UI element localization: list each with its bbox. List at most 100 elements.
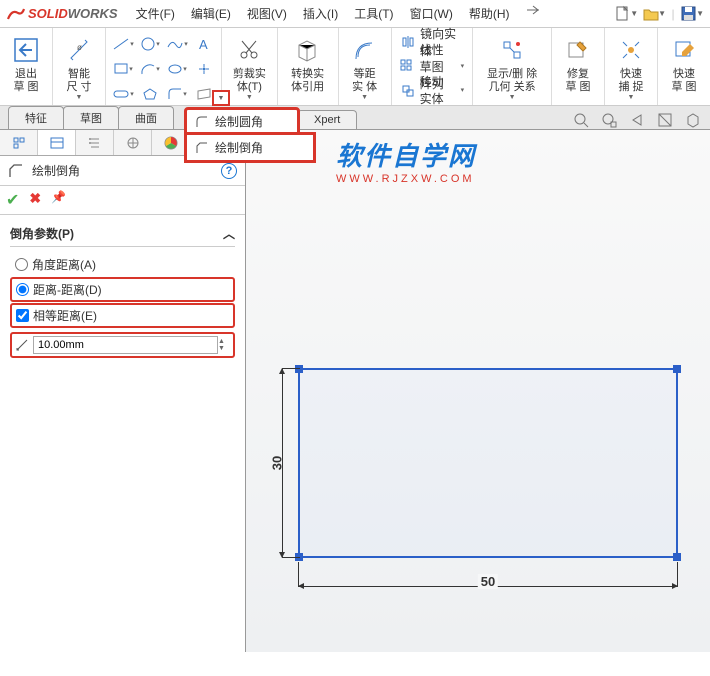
view-orient-icon[interactable]	[682, 109, 704, 131]
pushpin-button[interactable]: 📌	[51, 190, 66, 210]
repair-icon	[566, 38, 590, 62]
property-manager-panel: 绘制倒角 ? ✔ ✖ 📌 倒角参数(P)︿ 角度距离(A) 距离-距离(D) 相…	[0, 130, 246, 652]
radio-angle-distance[interactable]: 角度距离(A)	[10, 253, 235, 276]
ribbon-group-sketch-tools: ▾ ▾ ▾ A ▾ ▾ ▾ ▾ ▾	[106, 28, 222, 105]
trim-icon	[236, 37, 262, 63]
convert-icon	[295, 37, 321, 63]
rectangle-tool[interactable]: ▾	[110, 57, 136, 81]
menu-insert[interactable]: 插入(I)	[297, 3, 344, 24]
ribbon-group-pattern: 镜向实体 线性草图阵列▾ 移动实体▾	[392, 28, 474, 105]
property-manager-tab[interactable]	[38, 130, 76, 155]
menu-edit[interactable]: 编辑(E)	[185, 3, 237, 24]
snap-icon	[619, 38, 643, 62]
fillet-tool[interactable]: ▾	[164, 82, 190, 106]
offset-button[interactable]: 等距实 体 ▼	[343, 30, 387, 105]
show-hide-relations-button[interactable]: 显示/删 除几何 关系 ▼	[477, 30, 547, 105]
config-manager-tab[interactable]	[76, 130, 114, 155]
ok-button[interactable]: ✔	[6, 190, 19, 210]
d1-spinner[interactable]: ▲▼	[218, 338, 230, 352]
radio-distance-distance[interactable]: 距离-距离(D)	[10, 277, 235, 302]
graphics-area[interactable]: 软件自学网 WWW.RJZXW.COM 30 50	[246, 130, 710, 652]
section-view-icon[interactable]	[654, 109, 676, 131]
ribbon-group-repair: 修复草 图	[552, 28, 605, 105]
feature-manager-tab[interactable]	[0, 130, 38, 155]
ribbon-group-dimension: ø 智能尺 寸 ▼	[53, 28, 106, 105]
open-document-button[interactable]: ▼	[642, 5, 666, 23]
quick-snap-button[interactable]: 快速捕 捉 ▼	[609, 30, 653, 105]
app-logo: SOLIDWORKS	[6, 5, 118, 23]
ribbon: 退出草 图 ø 智能尺 寸 ▼ ▾ ▾ ▾ A ▾ ▾ ▾ ▾ ▾ 剪裁实 体(…	[0, 28, 710, 106]
solidworks-logo-icon	[6, 5, 26, 23]
repair-sketch-button[interactable]: 修复草 图	[556, 30, 600, 98]
ok-cancel-bar: ✔ ✖ 📌	[0, 186, 245, 215]
ribbon-group-offset: 等距实 体 ▼	[339, 28, 392, 105]
checkbox-equal-input[interactable]	[16, 309, 29, 322]
quick-sketch-button[interactable]: 快速草 图	[662, 30, 706, 98]
zoom-area-icon[interactable]	[598, 109, 620, 131]
vertex-tl[interactable]	[295, 365, 303, 373]
exit-sketch-icon	[12, 36, 40, 64]
dimxpert-manager-tab[interactable]	[114, 130, 152, 155]
zoom-fit-icon[interactable]	[570, 109, 592, 131]
dropdown-chamfer-item[interactable]: 绘制倒角	[184, 132, 316, 163]
tab-sketch[interactable]: 草图	[63, 106, 119, 129]
radio-distance-input[interactable]	[16, 283, 29, 296]
exit-sketch-button[interactable]: 退出草 图	[4, 30, 48, 98]
menu-window[interactable]: 窗口(W)	[404, 3, 459, 24]
tab-xpert[interactable]: Xpert	[297, 110, 357, 129]
watermark: 软件自学网 WWW.RJZXW.COM	[336, 136, 476, 185]
new-document-button[interactable]: ▼	[614, 5, 638, 23]
line-tool[interactable]: ▾	[110, 32, 136, 56]
quick-sketch-icon	[672, 38, 696, 62]
separator: |	[670, 3, 676, 25]
menu-tools[interactable]: 工具(T)	[348, 3, 399, 24]
chamfer-params-section: 倒角参数(P)︿ 角度距离(A) 距离-距离(D) 相等距离(E) ▲▼	[0, 215, 245, 364]
sketch-rectangle[interactable]	[298, 368, 678, 558]
tab-surface[interactable]: 曲面	[118, 106, 174, 129]
trim-button[interactable]: 剪裁实 体(T) ▼	[226, 30, 273, 105]
menu-bar: SOLIDWORKS 文件(F) 编辑(E) 视图(V) 插入(I) 工具(T)…	[0, 0, 710, 28]
radio-angle-input[interactable]	[15, 258, 28, 271]
circle-tool[interactable]: ▾	[137, 32, 163, 56]
checkbox-equal-distance[interactable]: 相等距离(E)	[10, 303, 235, 328]
dropdown-fillet-item[interactable]: 绘制圆角	[187, 110, 297, 133]
menu-view[interactable]: 视图(V)	[241, 3, 293, 24]
polygon-tool[interactable]	[137, 82, 163, 106]
quick-access-toolbar: ▼ ▼ | ▼	[614, 3, 704, 25]
convert-button[interactable]: 转换实 体引用	[282, 30, 334, 98]
d1-value-input[interactable]	[33, 336, 218, 354]
section-header[interactable]: 倒角参数(P)︿	[10, 221, 235, 247]
move-icon	[400, 83, 416, 97]
tab-feature[interactable]: 特征	[8, 106, 64, 129]
smart-dimension-icon: ø	[67, 38, 91, 62]
svg-text:ø: ø	[77, 43, 82, 52]
ribbon-group-quick-sketch: 快速草 图	[658, 28, 710, 105]
heads-up-view-toolbar	[570, 109, 704, 131]
spline-tool[interactable]: ▾	[164, 32, 190, 56]
vertex-br[interactable]	[673, 553, 681, 561]
relations-icon	[500, 38, 524, 62]
ribbon-group-exit: 退出草 图	[0, 28, 53, 105]
arc-tool[interactable]: ▾	[137, 57, 163, 81]
slot-tool[interactable]: ▾	[110, 82, 136, 106]
ellipse-tool[interactable]: ▾	[164, 57, 190, 81]
smart-dimension-button[interactable]: ø 智能尺 寸 ▼	[57, 30, 101, 105]
text-tool[interactable]: A	[191, 32, 217, 56]
svg-text:A: A	[199, 37, 208, 51]
vertex-tr[interactable]	[673, 365, 681, 373]
point-tool[interactable]	[191, 57, 217, 81]
mirror-icon	[400, 35, 416, 49]
panel-title: 绘制倒角	[32, 162, 221, 179]
menu-search-icon[interactable]	[520, 3, 546, 24]
prev-view-icon[interactable]	[626, 109, 648, 131]
cancel-button[interactable]: ✖	[29, 190, 41, 210]
fillet-chamfer-dropdown: 绘制圆角 绘制倒角	[184, 107, 300, 136]
ribbon-group-snap: 快速捕 捉 ▼	[605, 28, 658, 105]
menu-help[interactable]: 帮助(H)	[463, 3, 516, 24]
content-area: 绘制倒角 ? ✔ ✖ 📌 倒角参数(P)︿ 角度距离(A) 距离-距离(D) 相…	[0, 130, 710, 652]
save-button[interactable]: ▼	[680, 5, 704, 23]
move-button[interactable]: 移动实体▾	[396, 78, 469, 102]
help-button[interactable]: ?	[221, 163, 237, 179]
menu-file[interactable]: 文件(F)	[130, 3, 181, 24]
fillet-dropdown-arrow[interactable]: ▼	[212, 90, 230, 106]
